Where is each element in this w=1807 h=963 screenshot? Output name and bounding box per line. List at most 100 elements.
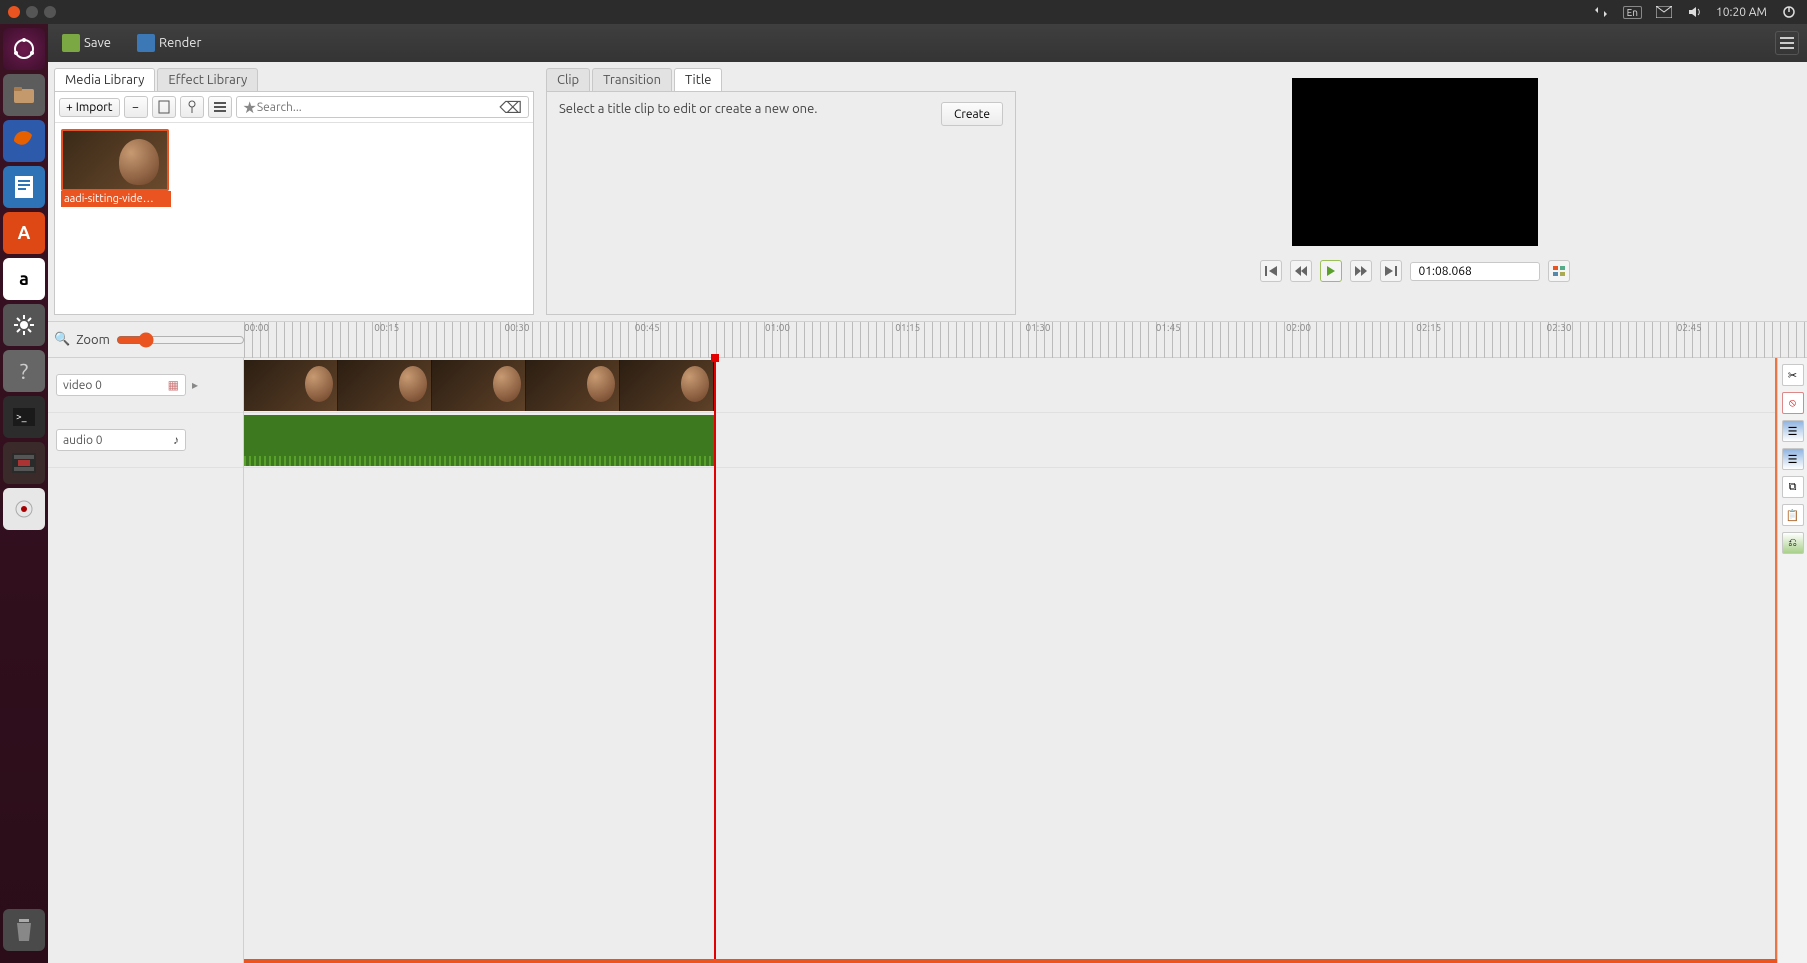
window-minimize-button[interactable] bbox=[26, 6, 38, 18]
play-icon bbox=[1327, 266, 1335, 276]
rewind-button[interactable] bbox=[1290, 260, 1312, 282]
remove-button[interactable]: − bbox=[124, 96, 148, 118]
keyboard-indicator[interactable]: En bbox=[1623, 6, 1642, 19]
playhead-handle[interactable] bbox=[711, 354, 719, 362]
launcher-settings[interactable] bbox=[3, 304, 45, 346]
ruler-mark: 02:00 bbox=[1286, 322, 1311, 333]
goto-end-button[interactable] bbox=[1380, 260, 1402, 282]
audio-icon: ♪ bbox=[173, 433, 179, 447]
tab-effect-library[interactable]: Effect Library bbox=[157, 68, 258, 91]
launcher-terminal[interactable]: >_ bbox=[3, 396, 45, 438]
zoom-label: Zoom bbox=[76, 333, 110, 347]
ruler-mark: 02:30 bbox=[1547, 322, 1572, 333]
video-editor-app: Save Render Media Library Effect Library… bbox=[48, 24, 1807, 963]
star-icon: ★ bbox=[243, 98, 257, 117]
audio-track[interactable] bbox=[244, 413, 1807, 468]
list-view-button[interactable] bbox=[208, 96, 232, 118]
media-clip-label: aadi-sitting-vide… bbox=[61, 191, 171, 207]
video-track[interactable] bbox=[244, 358, 1807, 413]
preview-canvas[interactable] bbox=[1292, 78, 1538, 246]
window-close-button[interactable] bbox=[8, 6, 20, 18]
audio-track-header: audio 0 ♪ bbox=[48, 413, 243, 468]
clear-search-icon[interactable]: ⌫ bbox=[499, 98, 522, 117]
launcher-software-center[interactable]: A bbox=[3, 212, 45, 254]
ruler-mark: 00:30 bbox=[504, 322, 529, 333]
cut-button[interactable]: ✂ bbox=[1782, 364, 1804, 386]
video-frame bbox=[338, 360, 432, 411]
timeline-scrollbar[interactable] bbox=[244, 959, 1777, 963]
power-icon[interactable] bbox=[1781, 4, 1797, 20]
ruler-mark: 01:15 bbox=[895, 322, 920, 333]
paste-button[interactable]: 📋 bbox=[1782, 504, 1804, 526]
track-headers: video 0 ▦ ▸ audio 0 ♪ bbox=[48, 358, 244, 963]
render-icon bbox=[137, 34, 155, 52]
launcher-video-editor[interactable] bbox=[3, 442, 45, 484]
play-button[interactable] bbox=[1320, 260, 1342, 282]
expand-icon[interactable]: ▸ bbox=[192, 378, 198, 392]
playhead[interactable] bbox=[714, 358, 716, 963]
ungroup-button[interactable]: ☰ bbox=[1782, 448, 1804, 470]
search-input[interactable] bbox=[257, 101, 500, 114]
media-clip[interactable]: aadi-sitting-vide… bbox=[61, 129, 171, 207]
menu-button[interactable] bbox=[1775, 31, 1799, 55]
ruler-mark: 01:45 bbox=[1156, 322, 1181, 333]
tracks-area[interactable] bbox=[244, 358, 1807, 963]
save-icon bbox=[62, 34, 80, 52]
render-button[interactable]: Render bbox=[131, 31, 207, 55]
goto-start-button[interactable] bbox=[1260, 260, 1282, 282]
video-track-label: video 0 bbox=[63, 379, 102, 392]
launcher-recorder[interactable] bbox=[3, 488, 45, 530]
video-track-label-box[interactable]: video 0 ▦ bbox=[56, 374, 186, 396]
window-maximize-button[interactable] bbox=[44, 6, 56, 18]
time-ruler[interactable]: 00:0000:1500:3000:4501:0001:1501:3001:45… bbox=[244, 322, 1807, 358]
clip-props-button[interactable] bbox=[152, 96, 176, 118]
network-icon[interactable] bbox=[1593, 4, 1609, 20]
create-title-button[interactable]: Create bbox=[941, 102, 1003, 126]
preview-mode-button[interactable] bbox=[1548, 260, 1570, 282]
import-button[interactable]: + Import bbox=[59, 98, 120, 117]
plus-icon: + bbox=[66, 101, 73, 114]
zoom-icon: 🔍 bbox=[54, 332, 70, 347]
tab-media-library[interactable]: Media Library bbox=[54, 68, 155, 91]
launcher-writer[interactable] bbox=[3, 166, 45, 208]
ruler-mark: 01:00 bbox=[765, 322, 790, 333]
video-clip[interactable] bbox=[244, 360, 714, 411]
launcher-amazon[interactable]: a bbox=[3, 258, 45, 300]
tab-transition[interactable]: Transition bbox=[592, 68, 672, 91]
group-button[interactable]: ☰ bbox=[1782, 420, 1804, 442]
audio-track-label: audio 0 bbox=[63, 434, 103, 447]
insert-button[interactable] bbox=[180, 96, 204, 118]
timeline-header: 🔍 Zoom 00:0000:1500:3000:4501:0001:1501:… bbox=[48, 322, 1807, 358]
ruler-mark: 01:30 bbox=[1026, 322, 1051, 333]
mail-icon[interactable] bbox=[1656, 4, 1672, 20]
split-button[interactable]: ⎌ bbox=[1782, 532, 1804, 554]
volume-icon[interactable] bbox=[1686, 4, 1702, 20]
upper-panels: Media Library Effect Library + Import − … bbox=[48, 62, 1807, 322]
forward-button[interactable] bbox=[1350, 260, 1372, 282]
launcher-firefox[interactable] bbox=[3, 120, 45, 162]
delete-button[interactable]: ⦸ bbox=[1782, 392, 1804, 414]
audio-track-label-box[interactable]: audio 0 ♪ bbox=[56, 429, 186, 451]
properties-panel: Clip Transition Title Select a title cli… bbox=[546, 68, 1016, 315]
tab-title[interactable]: Title bbox=[674, 68, 722, 91]
clock[interactable]: 10:20 AM bbox=[1716, 6, 1767, 19]
timeline-body: video 0 ▦ ▸ audio 0 ♪ bbox=[48, 358, 1807, 963]
video-frame bbox=[244, 360, 338, 411]
search-field[interactable]: ★ ⌫ bbox=[236, 96, 529, 118]
launcher-help[interactable]: ? bbox=[3, 350, 45, 392]
preview-controls bbox=[1260, 260, 1570, 282]
save-button[interactable]: Save bbox=[56, 31, 117, 55]
video-icon: ▦ bbox=[168, 378, 179, 392]
launcher-dash[interactable] bbox=[3, 28, 45, 70]
launcher-files[interactable] bbox=[3, 74, 45, 116]
audio-clip[interactable] bbox=[244, 415, 714, 466]
title-editor-body: Select a title clip to edit or create a … bbox=[546, 91, 1016, 315]
zoom-slider[interactable] bbox=[116, 332, 245, 348]
timecode-field[interactable] bbox=[1410, 262, 1540, 281]
copy-button[interactable]: ⧉ bbox=[1782, 476, 1804, 498]
timeline-toolstrip: ✂ ⦸ ☰ ☰ ⧉ 📋 ⎌ bbox=[1777, 358, 1807, 963]
media-tabs: Media Library Effect Library bbox=[54, 68, 534, 91]
launcher-trash[interactable] bbox=[3, 909, 45, 951]
props-tabs: Clip Transition Title bbox=[546, 68, 1016, 91]
tab-clip[interactable]: Clip bbox=[546, 68, 590, 91]
